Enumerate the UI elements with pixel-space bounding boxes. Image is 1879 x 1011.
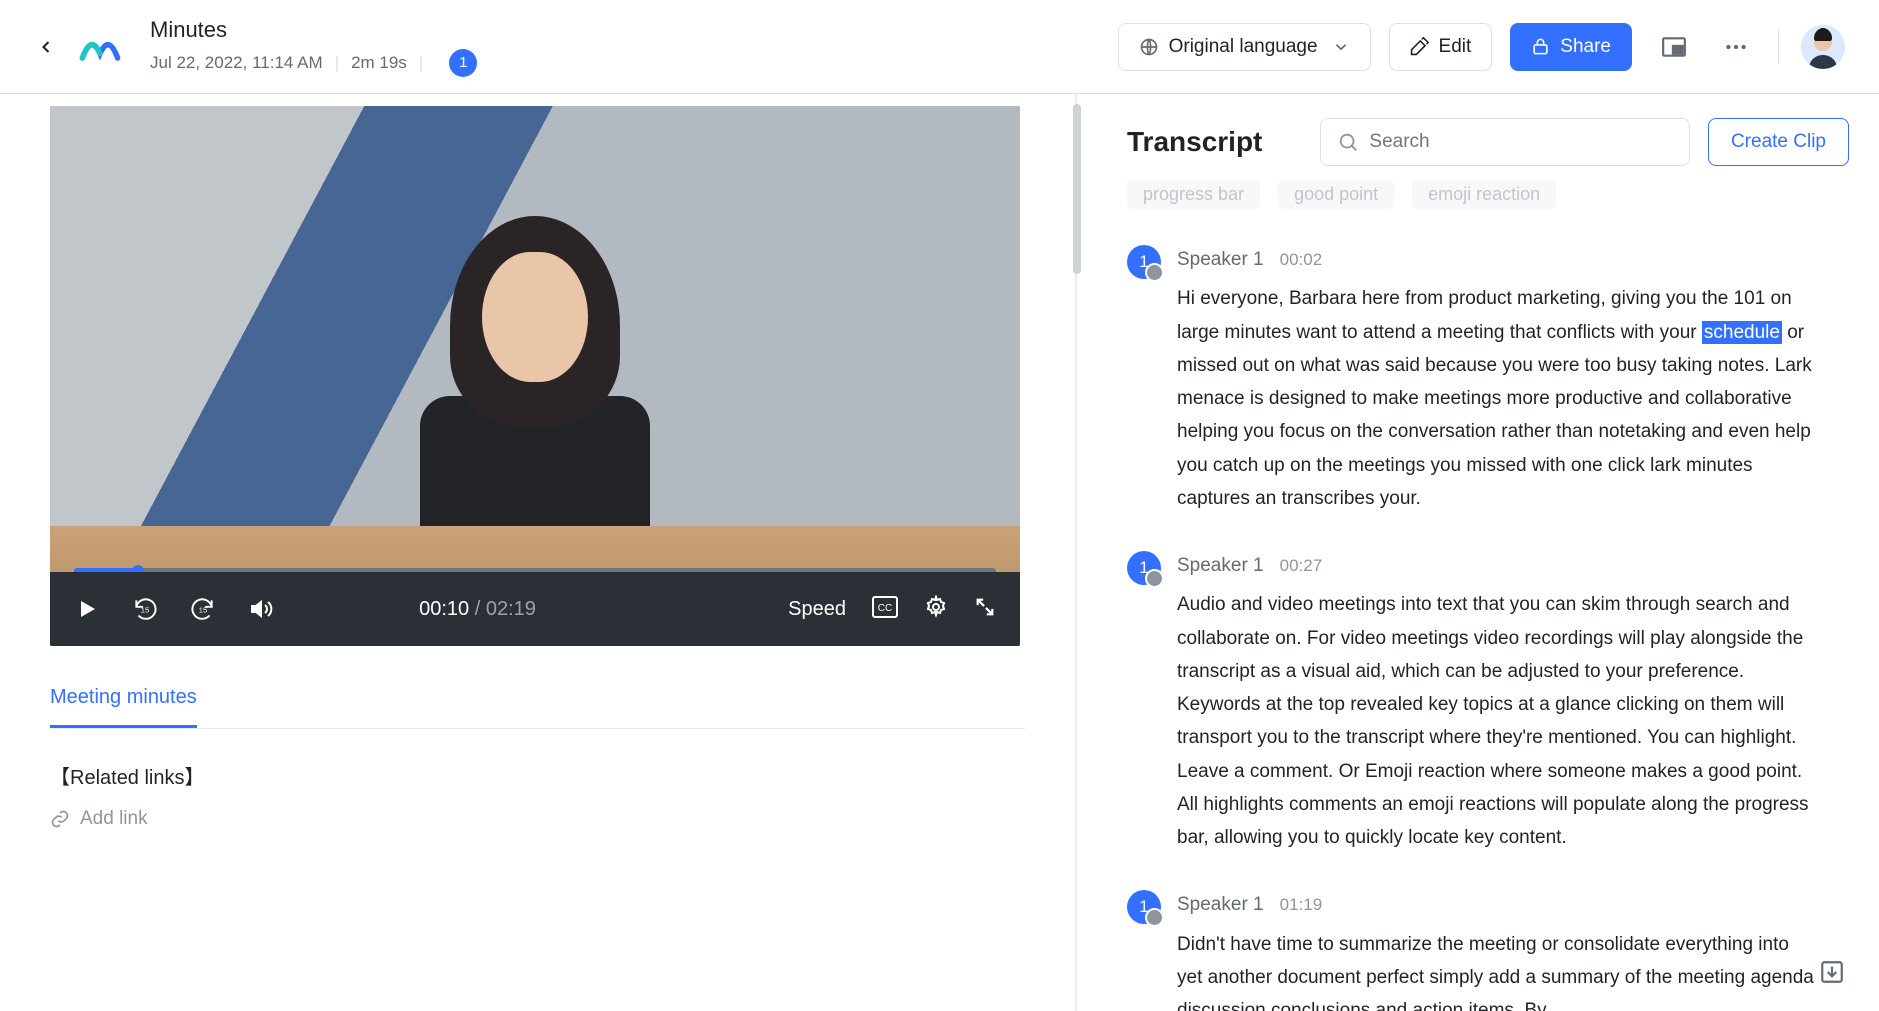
edit-button[interactable]: Edit (1389, 23, 1493, 71)
back-button[interactable] (28, 29, 64, 65)
settings-icon[interactable] (924, 595, 948, 624)
keyword-chip[interactable]: emoji reaction (1412, 180, 1556, 209)
timestamp[interactable]: 01:19 (1280, 890, 1323, 920)
speaker-avatar[interactable]: 1 (1127, 551, 1161, 585)
add-link-label: Add link (80, 808, 148, 830)
profile-avatar[interactable] (1801, 25, 1845, 69)
current-time: 00:10 (419, 598, 469, 620)
svg-text:15: 15 (141, 605, 149, 614)
share-label: Share (1560, 36, 1611, 58)
volume-icon[interactable] (248, 596, 274, 622)
speaker-name[interactable]: Speaker 1 (1177, 243, 1264, 276)
transcript-text[interactable]: Didn't have time to summarize the meetin… (1177, 928, 1817, 1011)
timestamp[interactable]: 00:02 (1280, 245, 1323, 275)
rewind-15-icon[interactable]: 15 (132, 596, 158, 622)
transcript-title: Transcript (1127, 126, 1262, 158)
original-language-dropdown[interactable]: Original language (1118, 23, 1371, 71)
create-clip-button[interactable]: Create Clip (1708, 118, 1849, 166)
more-icon[interactable] (1716, 27, 1756, 67)
fullscreen-icon[interactable] (974, 596, 996, 623)
speaker-avatar[interactable]: 1 (1127, 890, 1161, 924)
play-icon[interactable] (74, 596, 100, 622)
meeting-duration: 2m 19s (351, 53, 407, 73)
share-button[interactable]: Share (1510, 23, 1632, 71)
svg-text:CC: CC (878, 603, 892, 614)
meeting-date: Jul 22, 2022, 11:14 AM (150, 53, 323, 73)
transcript-entry[interactable]: 1 Speaker 1 00:02 Hi everyone, Barbara here… (1127, 243, 1849, 515)
search-input[interactable] (1320, 118, 1690, 166)
timestamp[interactable]: 00:27 (1280, 551, 1323, 581)
speaker-name[interactable]: Speaker 1 (1177, 549, 1264, 582)
page-title: Minutes (150, 17, 477, 43)
transcript-text[interactable]: Hi everyone, Barbara here from product m… (1177, 282, 1817, 515)
divider (1778, 30, 1779, 64)
svg-text:15: 15 (199, 605, 207, 614)
transcript-text[interactable]: Audio and video meetings into text that … (1177, 588, 1817, 854)
divider: | (419, 53, 423, 73)
app-logo (76, 23, 124, 71)
total-time: 02:19 (486, 598, 536, 620)
edit-label: Edit (1439, 36, 1472, 58)
participant-badge[interactable]: 1 (449, 49, 477, 77)
add-link-button[interactable]: Add link (50, 808, 1025, 830)
video-player[interactable]: 15 15 00:10 / 02:19 Speed CC (50, 106, 1020, 646)
keyword-chip[interactable]: progress bar (1127, 180, 1260, 209)
speed-button[interactable]: Speed (788, 598, 846, 621)
time-sep: / (469, 598, 486, 620)
speaker-name[interactable]: Speaker 1 (1177, 888, 1264, 921)
download-icon[interactable] (1819, 959, 1845, 985)
picture-in-picture-icon[interactable] (1654, 27, 1694, 67)
tab-meeting-minutes[interactable]: Meeting minutes (50, 686, 197, 728)
transcript-entry[interactable]: 1 Speaker 1 00:27 Audio and video meetings … (1127, 549, 1849, 854)
highlighted-word: schedule (1702, 321, 1782, 344)
original-language-label: Original language (1169, 36, 1318, 58)
keyword-chip[interactable]: good point (1278, 180, 1394, 209)
transcript-entry[interactable]: 1 Speaker 1 01:19 Didn't have time to summa… (1127, 888, 1849, 1011)
captions-icon[interactable]: CC (872, 596, 898, 623)
search-field[interactable] (1369, 131, 1673, 153)
speaker-avatar[interactable]: 1 (1127, 245, 1161, 279)
search-icon (1337, 131, 1359, 153)
forward-15-icon[interactable]: 15 (190, 596, 216, 622)
related-links-heading: 【Related links】 (50, 761, 1025, 790)
divider: | (335, 53, 339, 73)
